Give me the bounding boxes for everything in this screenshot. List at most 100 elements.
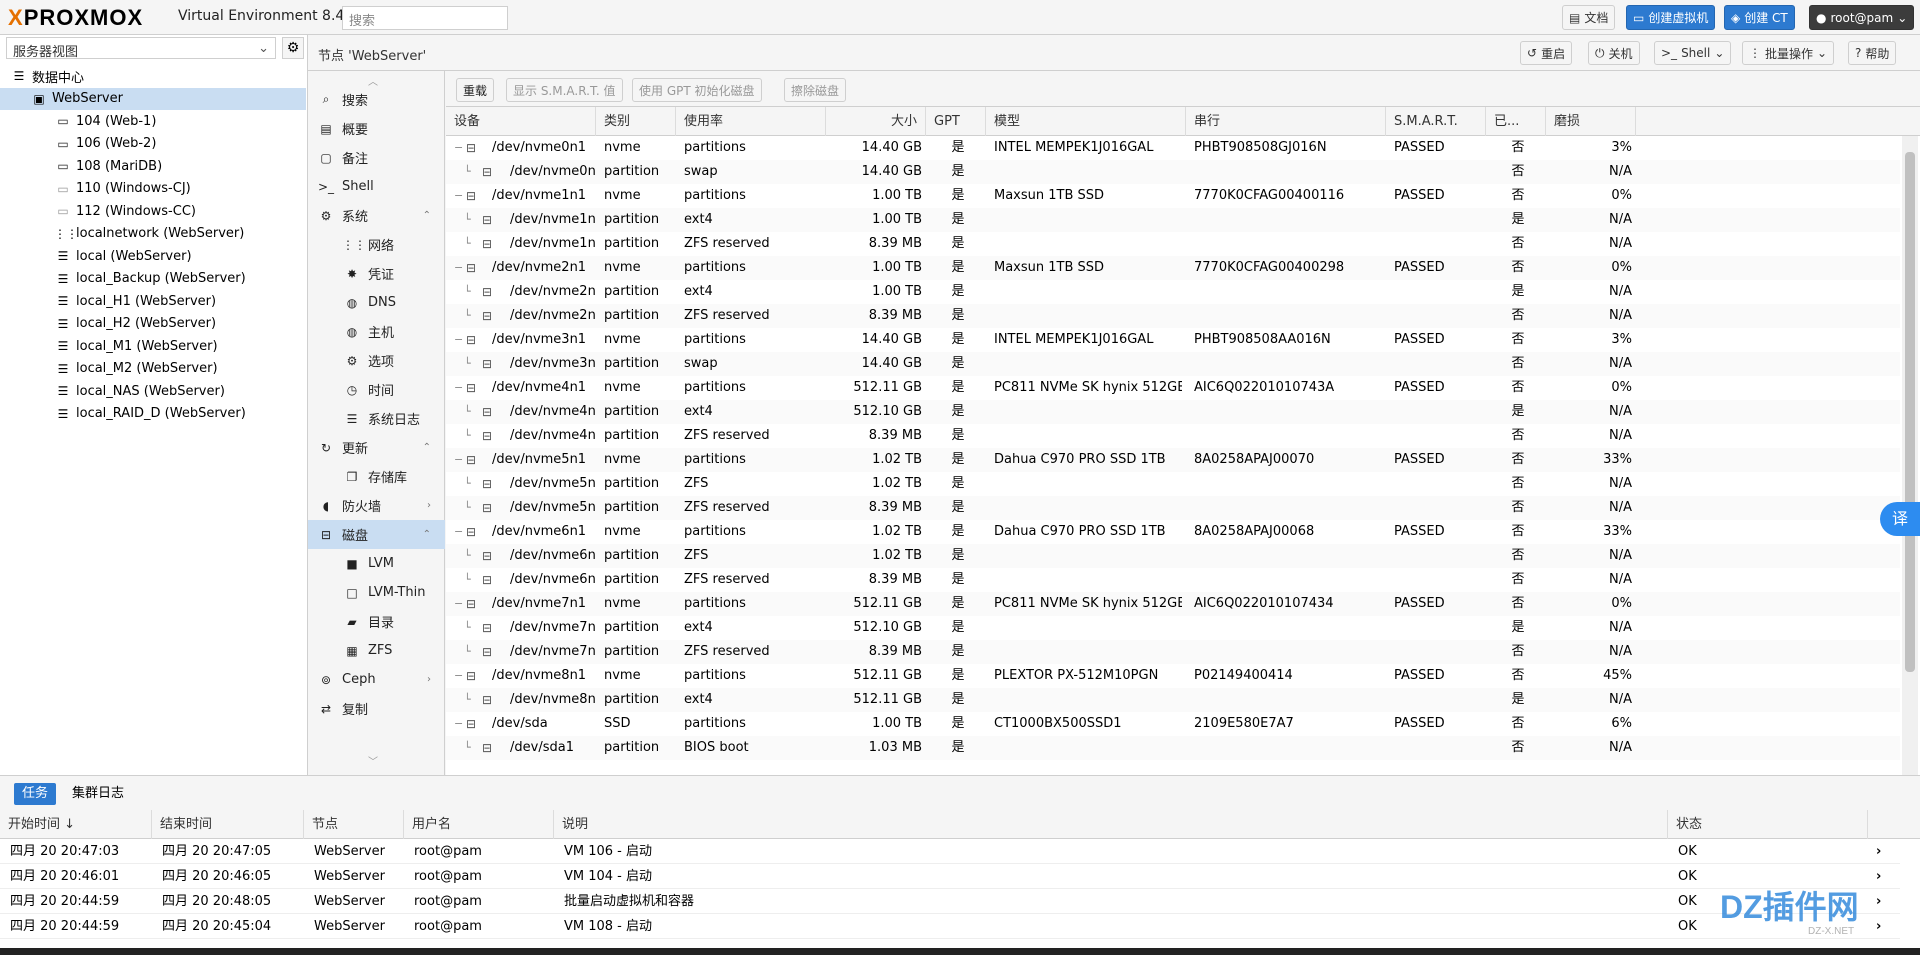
task-column-header[interactable]: 用户名 [404, 810, 554, 839]
menu-item-21[interactable]: ⇄ 复制 [308, 694, 445, 723]
vertical-scrollbar[interactable] [1902, 136, 1918, 775]
shell-button[interactable]: >_ Shell ⌄ [1654, 41, 1732, 65]
disk-row[interactable]: └ ⊟ /dev/sda1 partition BIOS boot 1.03 MB 是 否 N/… [446, 736, 1900, 760]
tree-item[interactable]: ☰ local_H1 (WebServer) [0, 290, 306, 312]
menu-item-4[interactable]: ⚙ 系统 ⌃ [308, 201, 445, 230]
tab-cluster-log[interactable]: 集群日志 [64, 783, 132, 805]
menu-item-10[interactable]: ◷ 时间 [308, 375, 445, 404]
wipe-disk-button[interactable]: 擦除磁盘 [784, 78, 847, 102]
column-header[interactable]: 大小 [826, 107, 926, 136]
collapse-icon[interactable]: − [454, 592, 463, 616]
menu-item-19[interactable]: ▦ ZFS [308, 636, 445, 665]
docs-button[interactable]: ▤ 文档 [1562, 5, 1616, 30]
task-row[interactable]: 四月 20 20:44:59 四月 20 20:45:04 WebServer roo… [0, 914, 1900, 939]
menu-item-16[interactable]: ■ LVM [308, 549, 445, 578]
user-menu-button[interactable]: ● root@pam ⌄ [1809, 5, 1915, 30]
tree-item[interactable]: ☰ local_H2 (WebServer) [0, 313, 306, 335]
gear-icon[interactable]: ⚙ [282, 37, 304, 59]
init-gpt-button[interactable]: 使用 GPT 初始化磁盘 [632, 78, 762, 102]
task-row[interactable]: 四月 20 20:44:59 四月 20 20:48:05 WebServer roo… [0, 889, 1900, 914]
disk-row[interactable]: − ⊟ /dev/nvme1n1 nvme partitions 1.00 TB 是 Maxs… [446, 184, 1900, 208]
expand-icon[interactable]: ⌃ [423, 442, 431, 453]
tree-item[interactable]: ☰ local_Backup (WebServer) [0, 268, 306, 290]
disk-row[interactable]: − ⊟ /dev/nvme7n1 nvme partitions 512.11 GB 是 PC… [446, 592, 1900, 616]
task-row[interactable]: 四月 20 20:47:03 四月 20 20:47:05 WebServer roo… [0, 839, 1900, 864]
expand-icon[interactable]: › [427, 500, 431, 511]
disk-row[interactable]: − ⊟ /dev/nvme4n1 nvme partitions 512.11 GB 是 PC… [446, 376, 1900, 400]
menu-item-13[interactable]: ❐ 存储库 [308, 462, 445, 491]
menu-item-14[interactable]: ◖ 防火墙 › [308, 491, 445, 520]
menu-item-9[interactable]: ⚙ 选项 [308, 346, 445, 375]
tab-tasks[interactable]: 任务 [14, 783, 57, 805]
menu-item-7[interactable]: ◍ DNS [308, 288, 445, 317]
task-column-header[interactable]: 节点 [304, 810, 404, 839]
menu-item-5[interactable]: ⋮⋮ 网络 [308, 230, 445, 259]
create-ct-button[interactable]: ◈ 创建 CT [1724, 5, 1795, 30]
disk-row[interactable]: └ ⊟ /dev/nvme0n... partition swap 14.40 GB 是 否 N… [446, 160, 1900, 184]
collapse-icon[interactable]: − [454, 448, 463, 472]
collapse-icon[interactable]: − [454, 664, 463, 688]
column-header[interactable]: 已... [1486, 107, 1546, 136]
create-vm-button[interactable]: ▭ 创建虚拟机 [1626, 5, 1716, 30]
disk-row[interactable]: └ ⊟ /dev/nvme5n... partition ZFS reserved 8.3… [446, 496, 1900, 520]
menu-item-3[interactable]: >_ Shell [308, 172, 445, 201]
disk-row[interactable]: − ⊟ /dev/nvme8n1 nvme partitions 512.11 GB 是 PL… [446, 664, 1900, 688]
proxmox-logo[interactable]: XPROXMOX [8, 5, 143, 31]
menu-item-6[interactable]: ✸ 凭证 [308, 259, 445, 288]
collapse-icon[interactable]: − [454, 184, 463, 208]
disk-row[interactable]: − ⊟ /dev/nvme2n1 nvme partitions 1.00 TB 是 Maxs… [446, 256, 1900, 280]
tree-item[interactable]: ▭ 110 (Windows-CJ) [0, 178, 306, 200]
disk-row[interactable]: └ ⊟ /dev/nvme7n... partition ext4 512.10 GB 是 是… [446, 616, 1900, 640]
disk-row[interactable]: − ⊟ /dev/nvme6n1 nvme partitions 1.02 TB 是 Dahu… [446, 520, 1900, 544]
tree-item[interactable]: ▭ 104 (Web-1) [0, 110, 306, 132]
bulk-actions-button[interactable]: ⋮ 批量操作 ⌄ [1742, 41, 1835, 65]
help-button[interactable]: ? 帮助 [1848, 41, 1897, 65]
collapse-icon[interactable]: − [454, 712, 463, 736]
menu-item-15[interactable]: ⊟ 磁盘 ⌃ [308, 520, 445, 549]
disk-row[interactable]: └ ⊟ /dev/nvme6n... partition ZFS 1.02 TB 是 否 N/A [446, 544, 1900, 568]
expand-icon[interactable]: ⌃ [423, 529, 431, 540]
collapse-icon[interactable]: − [454, 136, 463, 160]
tree-item[interactable]: ▭ 112 (Windows-CC) [0, 200, 306, 222]
column-header[interactable]: 使用率 [676, 107, 826, 136]
disk-row[interactable]: └ ⊟ /dev/nvme2n... partition ZFS reserved 8.3… [446, 304, 1900, 328]
menu-item-17[interactable]: □ LVM-Thin [308, 578, 445, 607]
tree-item[interactable]: ☰ local (WebServer) [0, 245, 306, 267]
disk-row[interactable]: └ ⊟ /dev/nvme7n... partition ZFS reserved 8.3… [446, 640, 1900, 664]
disk-row[interactable]: └ ⊟ /dev/nvme5n... partition ZFS 1.02 TB 是 否 N/A [446, 472, 1900, 496]
collapse-icon[interactable]: − [454, 328, 463, 352]
disk-row[interactable]: └ ⊟ /dev/nvme3n... partition swap 14.40 GB 是 否 N… [446, 352, 1900, 376]
column-header[interactable]: 类别 [596, 107, 676, 136]
tree-item[interactable]: ☰ local_M2 (WebServer) [0, 358, 306, 380]
menu-item-1[interactable]: ▤ 概要 [308, 114, 445, 143]
task-column-header[interactable]: 开始时间 ↓ [0, 810, 152, 839]
column-header[interactable]: 磨损 [1546, 107, 1636, 136]
expand-icon[interactable]: ⌃ [423, 210, 431, 221]
tree-item[interactable]: ⋮⋮ localnetwork (WebServer) [0, 223, 306, 245]
column-header[interactable]: 设备 [446, 107, 596, 136]
show-smart-button[interactable]: 显示 S.M.A.R.T. 值 [506, 78, 623, 102]
task-column-header[interactable]: 说明 [554, 810, 1668, 839]
disk-row[interactable]: − ⊟ /dev/nvme5n1 nvme partitions 1.02 TB 是 Dahu… [446, 448, 1900, 472]
disk-row[interactable]: └ ⊟ /dev/nvme4n... partition ext4 512.10 GB 是 是… [446, 400, 1900, 424]
menu-item-2[interactable]: ▢ 备注 [308, 143, 445, 172]
task-row[interactable]: 四月 20 20:46:01 四月 20 20:46:05 WebServer roo… [0, 864, 1900, 889]
disk-row[interactable]: − ⊟ /dev/nvme0n1 nvme partitions 14.40 GB 是 INT… [446, 136, 1900, 161]
tree-item[interactable]: ☰ local_M1 (WebServer) [0, 335, 306, 357]
search-input[interactable]: 搜索 [342, 6, 508, 30]
tree-item[interactable]: ▭ 106 (Web-2) [0, 133, 306, 155]
tree-item[interactable]: ▣ WebServer [0, 87, 306, 110]
tree-item[interactable]: ☰ local_RAID_D (WebServer) [0, 403, 306, 425]
reload-button[interactable]: 重载 [456, 78, 495, 102]
tree-item[interactable]: ☰ local_NAS (WebServer) [0, 380, 306, 402]
menu-item-12[interactable]: ↻ 更新 ⌃ [308, 433, 445, 462]
tree-item[interactable]: ☰ 数据中心 [0, 65, 306, 87]
scrollbar-thumb[interactable] [1905, 152, 1915, 672]
menu-item-8[interactable]: ◍ 主机 [308, 317, 445, 346]
shutdown-button[interactable]: ⏻ 关机 [1588, 41, 1640, 65]
menu-item-20[interactable]: ⊚ Ceph › [308, 665, 445, 694]
disk-row[interactable]: └ ⊟ /dev/nvme6n... partition ZFS reserved 8.3… [446, 568, 1900, 592]
menu-item-0[interactable]: ⌕ 搜索 [308, 85, 445, 114]
column-header[interactable]: 串行 [1186, 107, 1386, 136]
collapse-icon[interactable]: − [454, 256, 463, 280]
